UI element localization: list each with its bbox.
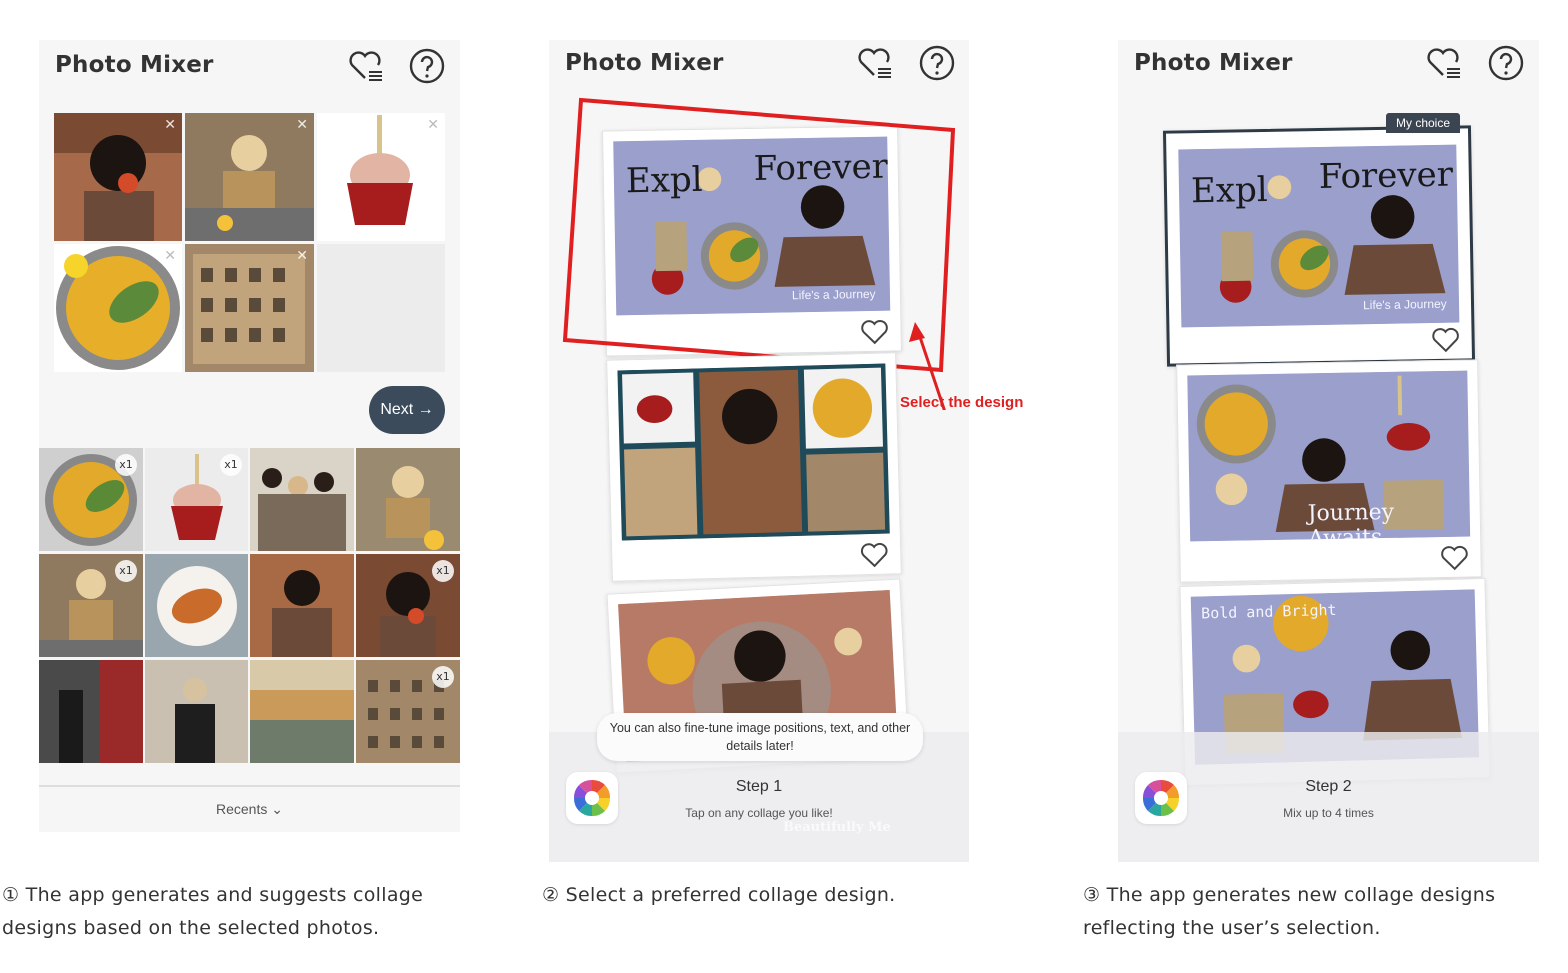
remove-photo-icon[interactable]: ✕ bbox=[164, 117, 176, 133]
app-header: Photo Mixer bbox=[1118, 40, 1539, 110]
remove-photo-icon[interactable]: ✕ bbox=[427, 117, 439, 133]
caption-step-3: ③ The app generates new collage designs … bbox=[1083, 884, 1496, 939]
gallery-photo[interactable] bbox=[39, 660, 143, 763]
gallery-photo[interactable]: x1 bbox=[356, 554, 460, 657]
collage-subtitle: Life's a Journey bbox=[1362, 296, 1447, 313]
gallery-photo[interactable]: x1 bbox=[39, 554, 143, 657]
gallery-photo[interactable] bbox=[250, 660, 354, 763]
collage-card-2[interactable]: Journey Awaits bbox=[1176, 359, 1482, 583]
screen-photo-selection: Photo Mixer ✕ ✕ ✕ ✕ ✕ Next → x1 x1 x1 x1… bbox=[39, 40, 460, 832]
collage-title-left: Expl bbox=[1190, 169, 1269, 212]
heart-icon[interactable] bbox=[1440, 545, 1468, 571]
gallery-photo[interactable]: x1 bbox=[39, 448, 143, 551]
my-choice-badge: My choice bbox=[1386, 113, 1461, 133]
gallery-photo[interactable] bbox=[356, 448, 460, 551]
app-title: Photo Mixer bbox=[565, 50, 724, 76]
empty-photo-slot[interactable] bbox=[317, 244, 445, 372]
behind-collage-text: Beautifully Me bbox=[783, 820, 891, 835]
bottom-panel: Step 2 Mix up to 4 times bbox=[1118, 732, 1539, 862]
gallery-photo[interactable] bbox=[250, 554, 354, 657]
help-icon[interactable] bbox=[1486, 43, 1526, 83]
gallery-photo[interactable] bbox=[145, 554, 248, 657]
selected-photo-3[interactable]: ✕ bbox=[317, 113, 445, 241]
step-instruction: Mix up to 4 times bbox=[1283, 806, 1374, 820]
gallery-photo[interactable] bbox=[145, 660, 248, 763]
step-title: Step 2 bbox=[1305, 778, 1352, 795]
selection-count-badge: x1 bbox=[220, 454, 242, 476]
recents-album-selector[interactable]: Recents ⌄ bbox=[39, 785, 460, 831]
next-button[interactable]: Next → bbox=[369, 386, 445, 434]
selection-count-badge: x1 bbox=[115, 454, 137, 476]
selected-photo-5[interactable]: ✕ bbox=[185, 244, 314, 372]
remove-photo-icon[interactable]: ✕ bbox=[296, 117, 308, 133]
app-header: Photo Mixer bbox=[39, 40, 460, 110]
help-icon[interactable] bbox=[407, 46, 447, 86]
gallery-photo[interactable]: x1 bbox=[145, 448, 248, 551]
step-title: Step 1 bbox=[735, 778, 783, 795]
app-title: Photo Mixer bbox=[1134, 50, 1293, 76]
gallery-photo[interactable]: x1 bbox=[356, 660, 460, 763]
step-instruction: Tap on any collage you like! bbox=[685, 806, 833, 820]
selection-count-badge: x1 bbox=[432, 666, 454, 688]
collage-card-2[interactable] bbox=[606, 352, 902, 582]
gallery-photo[interactable] bbox=[250, 448, 354, 551]
selected-photo-4[interactable]: ✕ bbox=[54, 244, 182, 372]
favorites-list-icon[interactable] bbox=[854, 43, 894, 83]
collage-design: Expl Forever Life's a Journey bbox=[1178, 144, 1460, 328]
selection-count-badge: x1 bbox=[432, 560, 454, 582]
collage-design bbox=[617, 363, 890, 541]
collage-title: Journey Awaits bbox=[1307, 499, 1395, 542]
chosen-collage-card[interactable]: Expl Forever Life's a Journey bbox=[1162, 125, 1476, 367]
collage-design: Journey Awaits bbox=[1187, 370, 1471, 542]
remove-photo-icon[interactable]: ✕ bbox=[296, 248, 308, 264]
caption-step-1: ① The app generates and suggests collage… bbox=[2, 884, 424, 939]
screen-collage-suggestions: Photo Mixer Expl Forever Life's a Journe… bbox=[549, 40, 969, 862]
screen-new-collages: Photo Mixer Expl Forever Life's a Journe… bbox=[1118, 40, 1539, 862]
caption-step-2: ② Select a preferred collage design. bbox=[542, 884, 896, 906]
heart-icon[interactable] bbox=[860, 542, 889, 569]
favorites-list-icon[interactable] bbox=[1423, 43, 1463, 83]
selection-count-badge: x1 bbox=[115, 560, 137, 582]
favorites-list-icon[interactable] bbox=[345, 46, 385, 86]
annotation-label: Select the design bbox=[900, 394, 1024, 411]
collage-title: Bold and Bright bbox=[1200, 600, 1337, 623]
edit-tip-bubble: You can also fine-tune image positions, … bbox=[597, 713, 923, 761]
collage-title-right: Forever bbox=[1318, 154, 1454, 197]
selected-photo-1[interactable]: ✕ bbox=[54, 113, 182, 241]
remove-photo-icon[interactable]: ✕ bbox=[164, 248, 176, 264]
heart-icon[interactable] bbox=[1431, 327, 1459, 353]
selected-photo-2[interactable]: ✕ bbox=[185, 113, 314, 241]
help-icon[interactable] bbox=[917, 43, 957, 83]
app-title: Photo Mixer bbox=[55, 52, 214, 78]
